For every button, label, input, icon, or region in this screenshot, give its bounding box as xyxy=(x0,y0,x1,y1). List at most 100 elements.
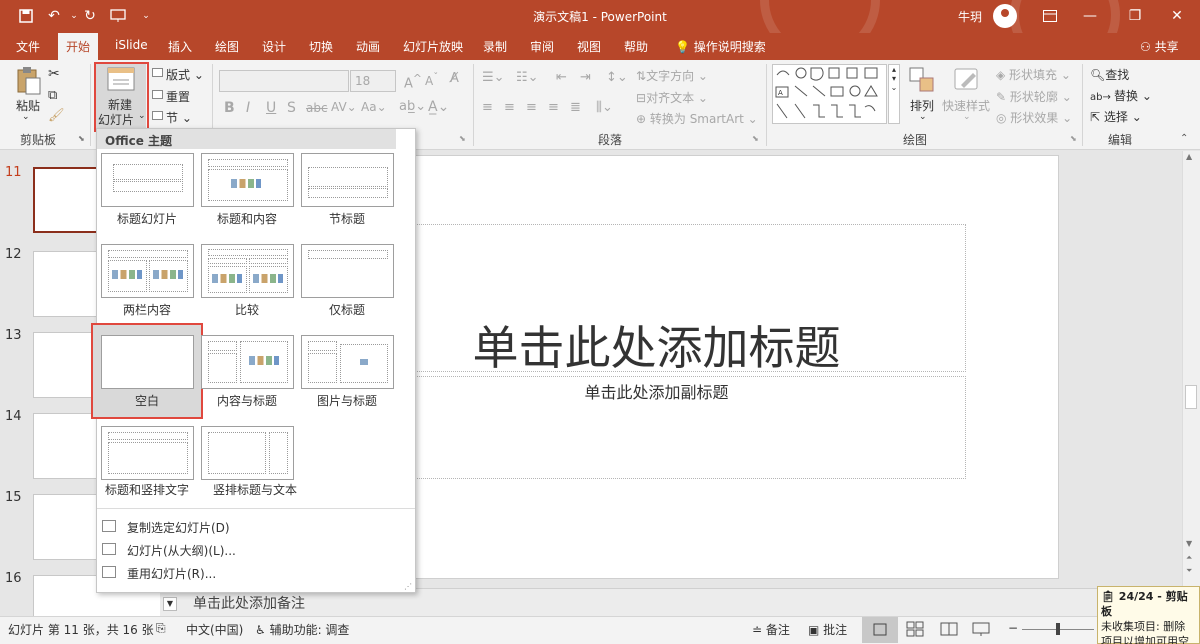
clipboard-notification[interactable]: 📋︎ 24/24 - 剪贴板 未收集项目: 删除项目以增加可用空间 xyxy=(1097,586,1200,644)
drawing-launcher-icon[interactable]: ⬊ xyxy=(1070,134,1077,143)
notes-toggle[interactable]: ≐ 备注 xyxy=(752,621,790,638)
new-slide-dropdown-icon[interactable]: ⌄ xyxy=(138,111,146,121)
zoom-out-icon[interactable]: − xyxy=(1008,621,1018,635)
tab-review[interactable]: 审阅 xyxy=(530,38,554,55)
format-painter-icon[interactable]: 🖌 xyxy=(48,108,65,123)
shapes-scroll[interactable]: ▴ ▾ ⌄ xyxy=(888,64,900,124)
layout-option-title-only[interactable]: 仅标题 xyxy=(300,244,400,330)
tab-insert[interactable]: 插入 xyxy=(168,38,192,55)
tab-animations[interactable]: 动画 xyxy=(356,38,380,55)
clear-formatting-icon[interactable]: A̸ xyxy=(450,71,459,86)
paste-icon[interactable] xyxy=(15,66,41,96)
decrease-indent-icon[interactable]: ⇤ xyxy=(556,70,567,85)
font-size-combobox[interactable]: 18 xyxy=(350,70,396,92)
font-launcher-icon[interactable]: ⬊ xyxy=(459,134,466,143)
reset-button[interactable]: 重置 xyxy=(166,88,190,105)
clipboard-launcher-icon[interactable]: ⬊ xyxy=(78,134,85,143)
layout-option-title-vertical-text[interactable]: 标题和竖排文字 xyxy=(100,426,200,512)
strikethrough-icon[interactable]: abc xyxy=(306,101,328,115)
scrollbar-thumb[interactable] xyxy=(1185,385,1197,409)
select-button[interactable]: ⇱ 选择 ⌄ xyxy=(1090,108,1142,125)
layout-option-two-content[interactable]: 两栏内容 xyxy=(100,244,200,330)
align-right-icon[interactable]: ≡ xyxy=(526,100,537,115)
new-slide-label-2[interactable]: 幻灯片 xyxy=(98,111,134,128)
font-name-combobox[interactable] xyxy=(219,70,349,92)
layout-option-blank[interactable]: 空白 xyxy=(100,335,200,421)
justify-icon[interactable]: ≡ xyxy=(548,100,559,115)
section-button[interactable]: 节 ⌄ xyxy=(166,109,192,126)
bullets-icon[interactable]: ☰⌄ xyxy=(482,70,505,85)
find-button[interactable]: 🔍︎查找 xyxy=(1090,66,1129,83)
cut-icon[interactable]: ✂ xyxy=(48,66,60,82)
title-placeholder-text[interactable]: 单击此处添加标题 xyxy=(347,312,966,378)
subtitle-placeholder-text[interactable]: 单击此处添加副标题 xyxy=(347,379,966,403)
quick-styles-icon[interactable] xyxy=(953,67,981,93)
layout-option-title-slide[interactable]: 标题幻灯片 xyxy=(100,153,200,239)
user-name[interactable]: 牛玥 xyxy=(958,8,982,25)
reading-view-icon[interactable] xyxy=(940,621,958,637)
spellcheck-icon[interactable]: ⎘ xyxy=(156,621,166,636)
tab-home[interactable]: 开始 xyxy=(58,33,99,60)
tab-slideshow[interactable]: 幻灯片放映 xyxy=(403,38,463,55)
increase-indent-icon[interactable]: ⇥ xyxy=(580,70,591,85)
previous-slide-icon[interactable]: ⏶ xyxy=(1186,553,1192,563)
slides-from-outline-command[interactable]: 幻灯片(从大纲)(L)... xyxy=(127,542,236,559)
shrink-font-icon[interactable]: Aˇ xyxy=(425,72,438,88)
italic-icon[interactable]: I xyxy=(246,100,250,116)
tab-view[interactable]: 视图 xyxy=(577,38,601,55)
numbering-icon[interactable]: ☷⌄ xyxy=(516,70,539,85)
align-text-button[interactable]: ⊟对齐文本 ⌄ xyxy=(636,89,708,106)
normal-view-button[interactable] xyxy=(862,617,898,643)
change-case-icon[interactable]: Aa⌄ xyxy=(361,100,387,114)
paragraph-launcher-icon[interactable]: ⬊ xyxy=(752,134,759,143)
copy-icon[interactable]: ⧉ xyxy=(48,88,57,103)
shape-effects-button[interactable]: ◎ 形状效果 ⌄ xyxy=(996,109,1072,126)
quick-styles-dropdown-icon[interactable]: ⌄ xyxy=(963,112,971,122)
shadow-icon[interactable]: S xyxy=(287,100,296,116)
distributed-icon[interactable]: ≣ xyxy=(570,100,581,115)
slide-sorter-icon[interactable] xyxy=(906,621,924,637)
text-direction-button[interactable]: ⇅文字方向 ⌄ xyxy=(636,67,708,84)
paste-dropdown-icon[interactable]: ⌄ xyxy=(22,112,30,122)
scroll-down-icon[interactable]: ▼ xyxy=(1186,539,1192,548)
arrange-dropdown-icon[interactable]: ⌄ xyxy=(919,112,927,122)
align-left-icon[interactable]: ≡ xyxy=(482,100,493,115)
tab-design[interactable]: 设计 xyxy=(262,38,286,55)
smartart-button[interactable]: ⊕ 转换为 SmartArt ⌄ xyxy=(636,110,758,127)
notes-placeholder[interactable]: 单击此处添加备注 xyxy=(193,593,305,613)
grow-font-icon[interactable]: A^ xyxy=(404,72,422,91)
reuse-slides-command[interactable]: 重用幻灯片(R)... xyxy=(127,565,216,582)
underline-icon[interactable]: U xyxy=(266,100,276,116)
arrange-icon[interactable] xyxy=(908,66,936,94)
align-center-icon[interactable]: ≡ xyxy=(504,100,515,115)
restore-icon[interactable]: ❐ xyxy=(1120,5,1150,27)
line-spacing-icon[interactable]: ↕⌄ xyxy=(606,70,628,85)
new-slide-icon[interactable] xyxy=(107,67,135,91)
tab-islide[interactable]: iSlide xyxy=(115,38,148,52)
tab-record[interactable]: 录制 xyxy=(483,38,507,55)
share-button[interactable]: ⚇ 共享 xyxy=(1140,38,1179,55)
ribbon-display-icon[interactable] xyxy=(1035,5,1065,27)
char-spacing-icon[interactable]: AV⌄ xyxy=(331,100,357,114)
layout-button[interactable]: 版式 ⌄ xyxy=(166,66,204,83)
tell-me-search[interactable]: 💡 操作说明搜索 xyxy=(675,38,766,55)
avatar[interactable] xyxy=(993,4,1017,28)
slideshow-icon[interactable] xyxy=(972,621,990,637)
tab-transitions[interactable]: 切换 xyxy=(309,38,333,55)
bold-icon[interactable]: B xyxy=(224,100,235,116)
duplicate-slides-command[interactable]: 复制选定幻灯片(D) xyxy=(127,519,230,536)
tab-draw[interactable]: 绘图 xyxy=(215,38,239,55)
accessibility-checker[interactable]: ♿︎ 辅助功能: 调查 xyxy=(255,621,349,638)
layout-option-vertical-title-text[interactable]: 竖排标题与文本 xyxy=(200,426,300,512)
minimize-icon[interactable]: — xyxy=(1075,5,1105,27)
notes-collapse-icon[interactable]: ▼ xyxy=(163,597,177,611)
highlight-icon[interactable]: ab̲⌄ xyxy=(399,99,426,114)
zoom-slider-thumb[interactable] xyxy=(1056,623,1060,635)
layout-option-section-header[interactable]: 节标题 xyxy=(300,153,400,239)
next-slide-icon[interactable]: ⏷ xyxy=(1186,566,1192,576)
layout-option-content-caption[interactable]: 内容与标题 xyxy=(200,335,300,421)
shapes-gallery[interactable]: A xyxy=(772,64,887,124)
shape-outline-button[interactable]: ✎ 形状轮廓 ⌄ xyxy=(996,88,1072,105)
comments-toggle[interactable]: ▣ 批注 xyxy=(808,621,847,638)
layout-option-comparison[interactable]: 比较 xyxy=(200,244,300,330)
